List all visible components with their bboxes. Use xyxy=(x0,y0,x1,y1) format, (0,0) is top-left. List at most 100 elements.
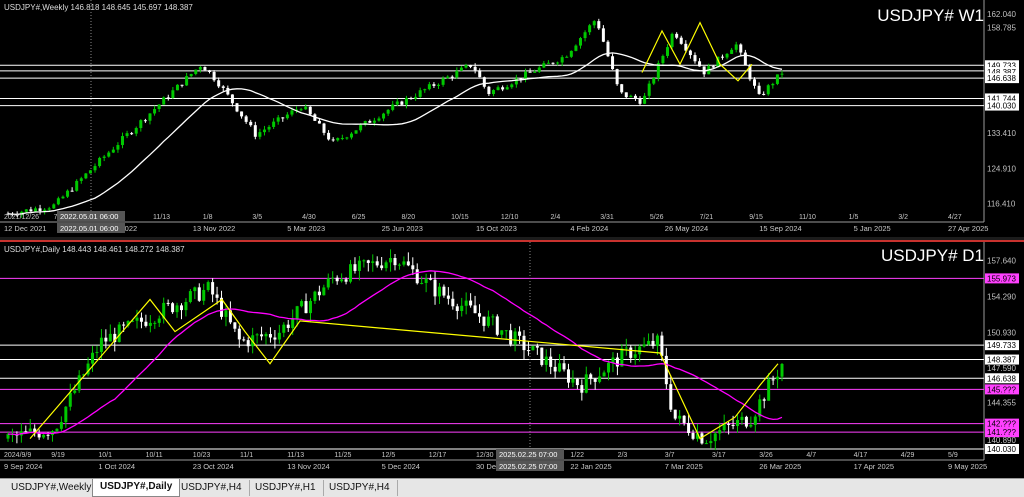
candle-body xyxy=(308,300,312,314)
candle-body xyxy=(482,77,486,87)
time-grid-label: 1/5 xyxy=(849,214,859,221)
candle-body xyxy=(589,374,593,379)
candle-body xyxy=(391,104,395,110)
tab-weekly[interactable]: USDJPY#,Weekly xyxy=(4,480,100,496)
candle-body xyxy=(537,67,541,72)
candle-body xyxy=(304,106,308,110)
candle-body xyxy=(771,379,775,381)
candle-body xyxy=(420,282,424,284)
candle-body xyxy=(380,265,384,269)
candle-body xyxy=(244,116,248,122)
candle-body xyxy=(767,379,771,401)
candle-body xyxy=(211,282,215,295)
candle-body xyxy=(88,170,92,174)
candle-body xyxy=(111,149,115,153)
tab-h4-second[interactable]: USDJPY#,H4 xyxy=(322,480,398,496)
candle-body xyxy=(215,294,219,298)
candle-body xyxy=(682,415,686,423)
daily-chart-canvas[interactable]: 157.640155.973154.290150.930149.733148.3… xyxy=(0,242,1024,478)
candle-body xyxy=(345,137,349,139)
time-grid-label: 5/26 xyxy=(650,214,664,221)
candle-body xyxy=(482,316,486,326)
crosshair-date-label-bottom: 2025.02.25 07:00 xyxy=(499,462,557,471)
candle-body xyxy=(66,190,70,197)
time-grid-label: 2/4 xyxy=(551,214,561,221)
candle-body xyxy=(592,21,596,26)
candle-body xyxy=(673,409,677,419)
candle-body xyxy=(202,289,206,301)
candle-body xyxy=(235,103,239,112)
candle-body xyxy=(300,301,304,307)
candle-body xyxy=(518,331,522,336)
candle-body xyxy=(509,330,513,345)
candle-body xyxy=(317,291,321,296)
candle-body xyxy=(95,352,99,354)
candle-body xyxy=(666,47,670,56)
candle-body xyxy=(336,138,340,141)
candle-body xyxy=(478,313,482,317)
chart-tab-bar: USDJPY#,Weekly USDJPY#,Daily USDJPY#,H4 … xyxy=(0,478,1024,497)
time-grid-label: 4/30 xyxy=(302,214,316,221)
time-axis-label: 9 Sep 2024 xyxy=(4,462,42,471)
candle-body xyxy=(731,424,735,427)
tab-h4[interactable]: USDJPY#,H4 xyxy=(174,480,250,496)
candle-body xyxy=(491,316,495,318)
time-grid-label: 12/5 xyxy=(382,452,396,459)
time-grid-label: 3/7 xyxy=(665,452,675,459)
daily-chart-pane[interactable]: 157.640 155.973 154.290 150.930 149.733 148.3… xyxy=(0,240,1024,478)
candle-body xyxy=(638,98,642,104)
candle-body xyxy=(504,330,508,332)
candle-body xyxy=(660,335,664,356)
candle-body xyxy=(437,84,441,86)
candle-body xyxy=(107,152,111,157)
candle-body xyxy=(242,339,246,341)
price-label: 140.030 xyxy=(987,445,1016,454)
candle-body xyxy=(651,340,655,347)
candle-body xyxy=(75,180,79,191)
price-label: 146.638 xyxy=(987,74,1016,83)
candle-body xyxy=(780,73,784,75)
candle-body xyxy=(487,86,491,95)
candle-body xyxy=(491,90,495,95)
candle-body xyxy=(556,62,560,64)
time-axis-label: 26 Mar 2025 xyxy=(759,462,801,471)
candle-body xyxy=(125,133,129,137)
candle-body xyxy=(295,306,299,319)
candle-body xyxy=(395,101,399,105)
candle-body xyxy=(268,334,272,338)
weekly-chart-pane[interactable]: 162.040 158.785 149.733 148.387 146.638 141.7… xyxy=(0,0,1024,237)
candle-body xyxy=(375,261,379,266)
time-grid-label: 8/20 xyxy=(401,214,415,221)
candle-body xyxy=(6,434,10,439)
candle-body xyxy=(400,101,404,105)
candle-body xyxy=(446,295,450,299)
time-axis-label: 25 Jun 2023 xyxy=(382,224,423,233)
candle-body xyxy=(542,63,546,68)
candle-body xyxy=(766,85,770,95)
time-axis-label: 5 Dec 2024 xyxy=(382,462,420,471)
candle-body xyxy=(753,416,757,425)
weekly-chart-canvas[interactable]: 162.040158.785149.733148.387146.638141.7… xyxy=(0,0,1024,237)
candle-body xyxy=(185,76,189,86)
candle-body xyxy=(29,209,33,212)
candle-body xyxy=(711,66,715,68)
candle-body xyxy=(84,173,88,179)
candle-body xyxy=(212,71,216,81)
candle-body xyxy=(762,93,766,95)
time-grid-label: 12/10 xyxy=(501,214,519,221)
candle-body xyxy=(540,347,544,365)
candle-body xyxy=(206,282,210,290)
candle-body xyxy=(584,374,588,393)
tab-h1[interactable]: USDJPY#,H1 xyxy=(248,480,324,496)
candle-body xyxy=(427,84,431,90)
tab-daily[interactable]: USDJPY#,Daily xyxy=(92,479,181,497)
candle-body xyxy=(725,53,729,58)
candle-body xyxy=(593,378,597,382)
candle-body xyxy=(415,269,419,284)
time-grid-label: 11/25 xyxy=(334,452,351,459)
moving-average-line xyxy=(7,52,783,216)
candle-body xyxy=(720,56,724,58)
time-grid-label: 12/17 xyxy=(429,452,447,459)
candle-body xyxy=(546,62,550,64)
candle-body xyxy=(414,96,418,99)
